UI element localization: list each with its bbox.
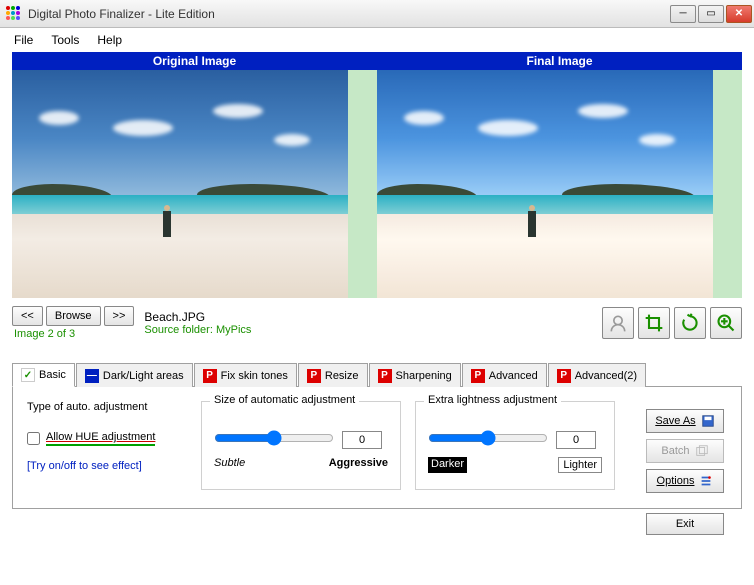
menu-help[interactable]: Help xyxy=(97,33,122,47)
hue-label: Allow HUE adjustment xyxy=(46,431,155,446)
size-title: Size of automatic adjustment xyxy=(210,394,359,406)
zoom-icon[interactable] xyxy=(710,307,742,339)
hue-checkbox[interactable] xyxy=(27,432,40,445)
tab-sharpening[interactable]: P Sharpening xyxy=(369,363,461,387)
size-slider[interactable] xyxy=(214,430,334,446)
p-icon: P xyxy=(557,369,571,383)
save-as-button[interactable]: Save As xyxy=(646,409,724,433)
menu-bar: File Tools Help xyxy=(0,28,754,52)
tab-label: Fix skin tones xyxy=(221,370,288,382)
tab-advanced[interactable]: P Advanced xyxy=(462,363,547,387)
type-title: Type of auto. adjustment xyxy=(27,401,187,413)
extra-title: Extra lightness adjustment xyxy=(424,394,561,406)
tab-resize[interactable]: P Resize xyxy=(298,363,368,387)
tab-advanced-2-[interactable]: P Advanced(2) xyxy=(548,363,646,387)
tab-label: Basic xyxy=(39,369,66,381)
p-icon: P xyxy=(471,369,485,383)
tab-fix-skin-tones[interactable]: P Fix skin tones xyxy=(194,363,297,387)
rotate-icon[interactable] xyxy=(674,307,706,339)
size-value: 0 xyxy=(342,431,382,449)
hue-checkbox-row[interactable]: Allow HUE adjustment xyxy=(27,431,187,446)
size-label-left: Subtle xyxy=(214,457,245,469)
p-icon: P xyxy=(203,369,217,383)
check-icon: ✓ xyxy=(21,368,35,382)
final-image-pane xyxy=(377,70,742,298)
menu-tools[interactable]: Tools xyxy=(51,33,79,47)
maximize-button[interactable]: ▭ xyxy=(698,5,724,23)
next-button[interactable]: >> xyxy=(104,306,135,326)
tab-label: Advanced xyxy=(489,370,538,382)
batch-button: Batch xyxy=(646,439,724,463)
crop-icon[interactable] xyxy=(638,307,670,339)
extra-label-left[interactable]: Darker xyxy=(428,457,467,473)
tab-label: Advanced(2) xyxy=(575,370,637,382)
extra-slider[interactable] xyxy=(428,430,548,446)
tab-label: Resize xyxy=(325,370,359,382)
p-icon: P xyxy=(378,369,392,383)
prev-button[interactable]: << xyxy=(12,306,43,326)
face-icon[interactable] xyxy=(602,307,634,339)
final-header: Final Image xyxy=(377,52,742,70)
browse-button[interactable]: Browse xyxy=(46,306,101,326)
tab-bar: ✓Basic—Dark/Light areasPFix skin tonesPR… xyxy=(12,362,742,387)
basic-panel: Type of auto. adjustment Allow HUE adjus… xyxy=(12,387,742,509)
exit-button[interactable]: Exit xyxy=(646,513,724,535)
page-count: Image 2 of 3 xyxy=(14,328,144,340)
extra-label-right[interactable]: Lighter xyxy=(558,457,602,473)
size-label-right: Aggressive xyxy=(329,457,388,469)
tab-dark-light-areas[interactable]: — Dark/Light areas xyxy=(76,363,193,387)
extra-value: 0 xyxy=(556,431,596,449)
original-header: Original Image xyxy=(12,52,377,70)
close-button[interactable]: ✕ xyxy=(726,5,752,23)
menu-file[interactable]: File xyxy=(14,33,33,47)
source-folder: Source folder: MyPics xyxy=(144,324,602,336)
app-icon xyxy=(6,6,22,22)
p-icon: P xyxy=(307,369,321,383)
original-image-pane xyxy=(12,70,377,298)
window-title: Digital Photo Finalizer - Lite Edition xyxy=(28,7,670,21)
try-hint: [Try on/off to see effect] xyxy=(27,460,187,472)
tab-label: Sharpening xyxy=(396,370,452,382)
options-button[interactable]: Options xyxy=(646,469,724,493)
titlebar: Digital Photo Finalizer - Lite Edition ─… xyxy=(0,0,754,28)
tab-basic[interactable]: ✓ Basic xyxy=(12,363,75,387)
minimize-button[interactable]: ─ xyxy=(670,5,696,23)
minus-icon: — xyxy=(85,369,99,383)
tab-label: Dark/Light areas xyxy=(103,370,184,382)
file-name: Beach.JPG xyxy=(144,310,602,324)
